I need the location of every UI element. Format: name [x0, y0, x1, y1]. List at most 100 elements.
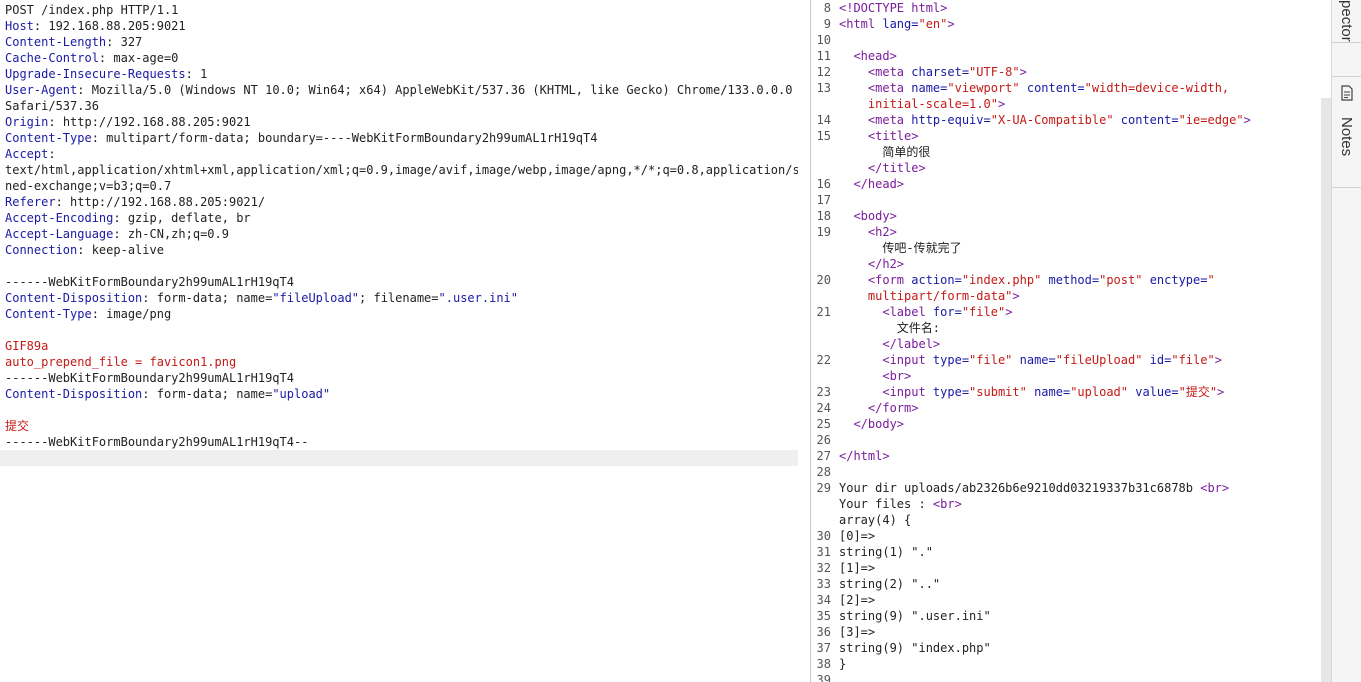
response-line[interactable]: 13 <meta name="viewport" content="width=… [811, 80, 1321, 96]
response-token: <body> [839, 209, 897, 223]
request-token: zh-CN,zh;q=0.9 [127, 227, 229, 241]
request-line[interactable]: Accept: [5, 146, 794, 162]
request-token: Origin [5, 115, 49, 129]
response-line[interactable]: 30 [0]=> [811, 528, 1321, 544]
line-number: 15 [816, 129, 831, 143]
response-line[interactable]: array(4) { [811, 512, 1321, 528]
response-line[interactable]: 12 <meta charset="UTF-8"> [811, 64, 1321, 80]
line-number: 23 [816, 385, 831, 399]
response-token: content= [1120, 113, 1179, 127]
response-line[interactable]: 28 [811, 464, 1321, 480]
request-line[interactable]: ------WebKitFormBoundary2h99umAL1rH19qT4 [5, 370, 794, 386]
response-token: </label> [839, 337, 941, 351]
response-scrollbar[interactable] [1321, 98, 1331, 682]
request-token: : form-data; name= [142, 387, 273, 401]
response-line[interactable]: 23 <input type="submit" name="upload" va… [811, 384, 1321, 400]
response-token: method= [1048, 273, 1100, 287]
response-token: "submit" [969, 385, 1035, 399]
line-number: 31 [816, 545, 831, 559]
request-line[interactable]: Cache-Control: max-age=0 [5, 50, 794, 66]
response-line[interactable]: 19 <h2> [811, 224, 1321, 240]
request-line[interactable]: User-Agent: Mozilla/5.0 (Windows NT 10.0… [5, 82, 794, 98]
request-line[interactable]: Content-Length: 327 [5, 34, 794, 50]
response-line[interactable]: </title> [811, 160, 1321, 176]
tab-notes[interactable]: Notes [1332, 76, 1361, 188]
response-viewer[interactable]: 8 <!DOCTYPE html> 9 <html lang="en"> 10 11 <h… [811, 0, 1321, 682]
response-line[interactable]: 9 <html lang="en"> [811, 16, 1321, 32]
response-line[interactable]: 35 string(9) ".user.ini" [811, 608, 1321, 624]
tab-inspector-label: Inspector [1338, 0, 1355, 42]
response-line[interactable]: 29 Your dir uploads/ab2326b6e9210dd032193… [811, 480, 1321, 496]
request-line[interactable]: Connection: keep-alive [5, 242, 794, 258]
response-line[interactable]: 14 <meta http-equiv="X-UA-Compatible" co… [811, 112, 1321, 128]
response-line[interactable]: 27 </html> [811, 448, 1321, 464]
response-line[interactable]: 8 <!DOCTYPE html> [811, 0, 1321, 16]
request-line[interactable]: ------WebKitFormBoundary2h99umAL1rH19qT4 [5, 274, 794, 290]
response-line[interactable]: 11 <head> [811, 48, 1321, 64]
response-line[interactable]: 38} [811, 656, 1321, 672]
response-line[interactable]: 39 [811, 672, 1321, 682]
current-line-highlight [0, 450, 798, 466]
request-line[interactable]: Origin: http://192.168.88.205:9021 [5, 114, 794, 130]
response-line[interactable]: 17 [811, 192, 1321, 208]
response-line[interactable]: 37 string(9) "index.php" [811, 640, 1321, 656]
response-token: [1]=> [839, 561, 876, 575]
notes-icon [1341, 85, 1353, 101]
response-token: "viewport" [947, 81, 1027, 95]
response-line[interactable]: 36 [3]=> [811, 624, 1321, 640]
response-line[interactable]: 传吧-传就完了 [811, 240, 1321, 256]
line-number: 32 [816, 561, 831, 575]
request-line[interactable] [5, 258, 794, 274]
response-line[interactable]: 文件名: [811, 320, 1321, 336]
response-line[interactable]: 22 <input type="file" name="fileUpload" … [811, 352, 1321, 368]
response-line[interactable]: 25 </body> [811, 416, 1321, 432]
response-line[interactable]: 10 [811, 32, 1321, 48]
response-line[interactable]: 21 <label for="file"> [811, 304, 1321, 320]
response-line[interactable]: 33 string(2) ".." [811, 576, 1321, 592]
request-line[interactable]: Host: 192.168.88.205:9021 [5, 18, 794, 34]
request-editor[interactable]: POST /index.php HTTP/1.1 Host: 192.168.88… [0, 0, 798, 682]
response-line[interactable]: 18 <body> [811, 208, 1321, 224]
response-line[interactable]: </label> [811, 336, 1321, 352]
request-line[interactable]: Referer: http://192.168.88.205:9021/ [5, 194, 794, 210]
response-token: "post" [1099, 273, 1150, 287]
request-line[interactable]: auto_prepend_file = favicon1.png [5, 354, 794, 370]
request-line[interactable]: Content-Type: multipart/form-data; bound… [5, 130, 794, 146]
tab-inspector[interactable]: Inspector [1332, 0, 1361, 43]
request-line[interactable] [5, 322, 794, 338]
response-line[interactable]: initial-scale=1.0"> [811, 96, 1321, 112]
request-line[interactable]: GIF89a [5, 338, 794, 354]
request-line[interactable]: Safari/537.36 [5, 98, 794, 114]
response-line[interactable]: 15 <title> [811, 128, 1321, 144]
response-line[interactable]: 24 </form> [811, 400, 1321, 416]
response-line[interactable]: 31 string(1) "." [811, 544, 1321, 560]
response-line[interactable]: multipart/form-data"> [811, 288, 1321, 304]
request-line[interactable]: Accept-Language: zh-CN,zh;q=0.9 [5, 226, 794, 242]
response-token: 文件名: [839, 321, 941, 335]
response-line[interactable]: 简单的很 [811, 144, 1321, 160]
response-line[interactable]: 26 [811, 432, 1321, 448]
request-line[interactable]: ------WebKitFormBoundary2h99umAL1rH19qT4… [5, 434, 794, 450]
request-line[interactable]: Accept-Encoding: gzip, deflate, br [5, 210, 794, 226]
request-line[interactable]: Content-Disposition: form-data; name="up… [5, 386, 794, 402]
response-line[interactable]: <br> [811, 368, 1321, 384]
response-code: </head> [839, 176, 904, 192]
request-line[interactable]: Content-Type: image/png [5, 306, 794, 322]
response-line[interactable]: 34 [2]=> [811, 592, 1321, 608]
request-line[interactable]: ned-exchange;v=b3;q=0.7 [5, 178, 794, 194]
response-token: "index.php" [961, 273, 1049, 287]
request-token: User-Agent [5, 83, 78, 97]
request-line[interactable]: POST /index.php HTTP/1.1 [5, 2, 794, 18]
request-token: 1 [200, 67, 208, 81]
response-line[interactable]: </h2> [811, 256, 1321, 272]
response-line[interactable]: 16 </head> [811, 176, 1321, 192]
request-line[interactable]: Upgrade-Insecure-Requests: 1 [5, 66, 794, 82]
request-line[interactable]: text/html,application/xhtml+xml,applicat… [5, 162, 798, 178]
request-line[interactable] [5, 402, 794, 418]
request-token: : [48, 147, 56, 161]
request-line[interactable]: 提交 [5, 418, 794, 434]
response-line[interactable]: Your files : <br> [811, 496, 1321, 512]
response-line[interactable]: 32 [1]=> [811, 560, 1321, 576]
request-line[interactable]: Content-Disposition: form-data; name="fi… [5, 290, 794, 306]
response-line[interactable]: 20 <form action="index.php" method="post… [811, 272, 1321, 288]
